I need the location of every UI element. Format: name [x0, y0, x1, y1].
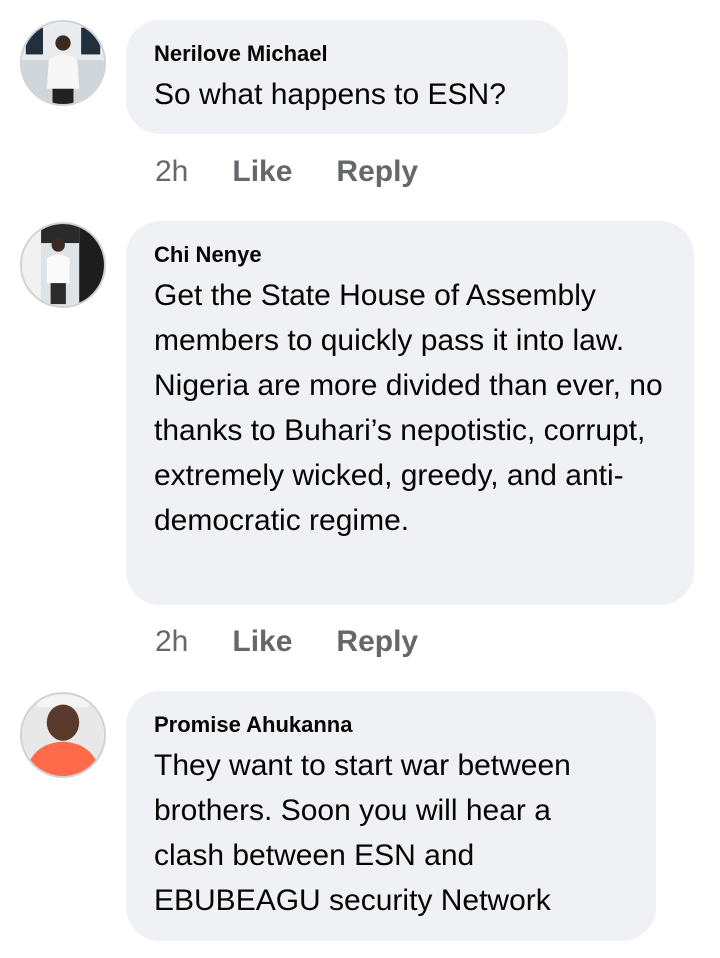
- comment-timestamp[interactable]: 2h: [155, 624, 188, 660]
- avatar[interactable]: [20, 692, 106, 778]
- avatar[interactable]: [20, 20, 106, 106]
- avatar[interactable]: [20, 222, 106, 308]
- like-button[interactable]: Like: [232, 154, 292, 190]
- comment-actions: 2h Like Reply: [155, 154, 462, 190]
- comment-text: Get the State House of Assembly members …: [154, 279, 663, 537]
- comment-text: They want to start war between brothers.…: [154, 749, 571, 917]
- comment-author[interactable]: Promise Ahukanna: [154, 711, 626, 739]
- comment-timestamp[interactable]: 2h: [155, 154, 188, 190]
- like-button[interactable]: Like: [232, 624, 292, 660]
- reply-button[interactable]: Reply: [336, 624, 418, 660]
- profile-photo: [22, 224, 104, 306]
- comment-bubble: Promise Ahukanna They want to start war …: [126, 691, 656, 941]
- reply-button[interactable]: Reply: [336, 154, 418, 190]
- comment-actions: 2h Like Reply: [155, 624, 462, 660]
- comment-bubble: Nerilove Michael So what happens to ESN?: [126, 20, 568, 134]
- comment-text: So what happens to ESN?: [154, 78, 506, 111]
- profile-photo: [22, 22, 104, 104]
- profile-photo: [22, 694, 104, 776]
- comment-author[interactable]: Nerilove Michael: [154, 40, 538, 68]
- comment-bubble: Chi Nenye Get the State House of Assembl…: [126, 221, 694, 605]
- comment-author[interactable]: Chi Nenye: [154, 241, 664, 269]
